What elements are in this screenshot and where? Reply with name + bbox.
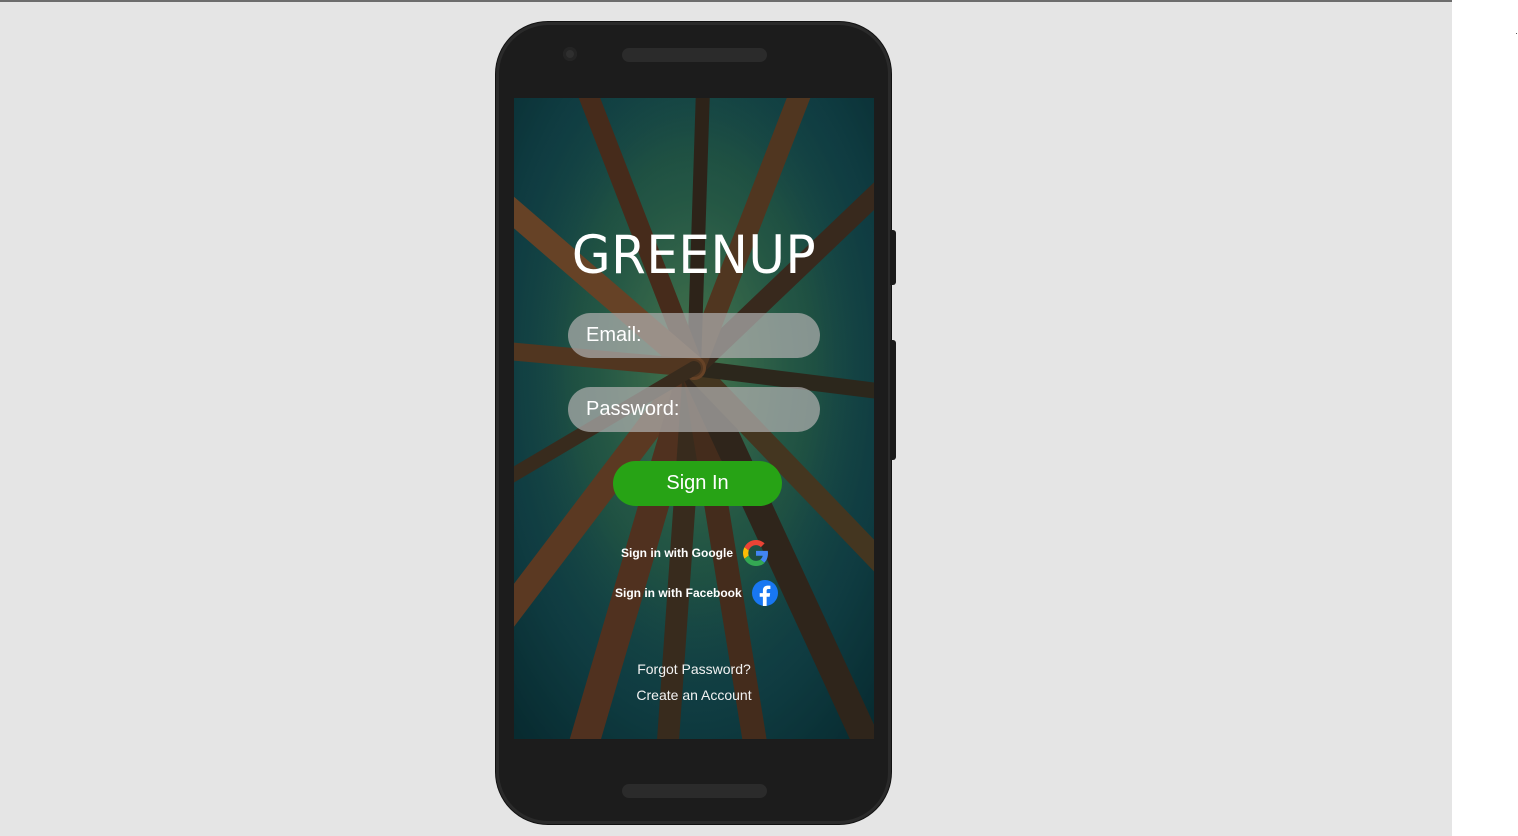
forgot-password-link[interactable]: Forgot Password? [514, 661, 874, 677]
sign-in-with-facebook-button[interactable]: Sign in with Facebook [615, 580, 778, 606]
front-camera-icon [563, 47, 577, 61]
email-placeholder: Email: [586, 324, 642, 346]
top-speaker [622, 48, 767, 62]
facebook-f-icon[interactable] [751, 580, 778, 606]
google-sign-in-label: Sign in with Google [621, 546, 733, 560]
app-title: GREENUP [571, 224, 817, 286]
phone-power-button [890, 230, 896, 285]
bottom-speaker [622, 784, 767, 798]
phone-volume-button [890, 340, 896, 460]
sign-in-button[interactable]: Sign In [613, 461, 782, 506]
facebook-sign-in-label: Sign in with Facebook [615, 586, 742, 600]
sign-in-with-google-button[interactable]: Sign in with Google [621, 540, 769, 566]
create-account-link[interactable]: Create an Account [514, 687, 874, 703]
password-field[interactable]: Password: [568, 387, 820, 432]
phone-screen: GREENUP Email: Password: Sign In Sign in… [514, 98, 874, 739]
password-placeholder: Password: [586, 398, 680, 420]
stray-dot [1516, 33, 1517, 34]
email-field[interactable]: Email: [568, 313, 820, 358]
google-g-icon[interactable] [743, 540, 769, 566]
right-margin [1452, 0, 1518, 836]
